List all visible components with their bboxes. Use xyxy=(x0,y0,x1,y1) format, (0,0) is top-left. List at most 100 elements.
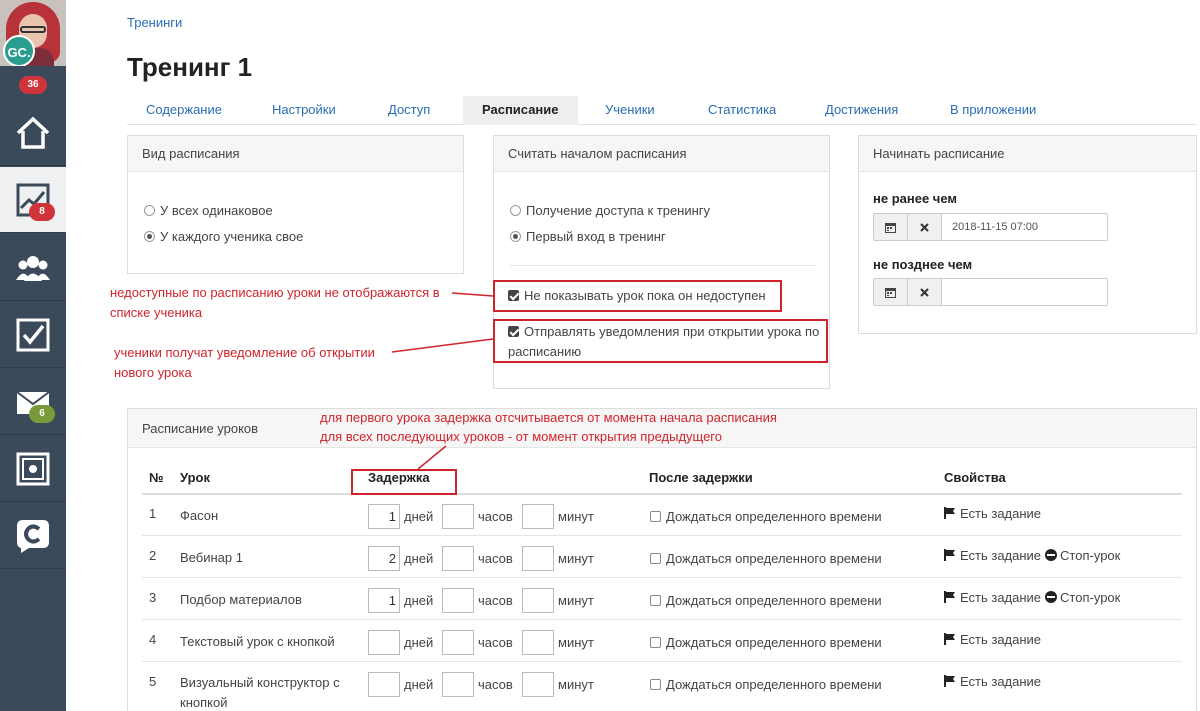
sidebar-item-chat[interactable] xyxy=(0,503,66,569)
minutes-unit: минут xyxy=(558,551,594,566)
flag-icon xyxy=(944,591,955,603)
days-unit: дней xyxy=(404,635,434,650)
not-before-input[interactable]: 2018-11-15 07:00 xyxy=(942,214,1107,240)
panel-title: Вид расписания xyxy=(128,136,463,172)
breadcrumb[interactable]: Тренинги xyxy=(127,15,182,30)
days-unit: дней xyxy=(404,593,434,608)
delay-hours-input[interactable] xyxy=(442,672,474,697)
lesson-properties: Есть задание xyxy=(944,632,1041,647)
lesson-number: 5 xyxy=(149,674,157,689)
hours-unit: часов xyxy=(478,635,513,650)
wait-time-checkbox[interactable]: Дождаться определенного времени xyxy=(650,593,882,608)
has-task-label: Есть задание xyxy=(960,506,1042,521)
calendar-button[interactable] xyxy=(874,214,908,240)
stop-lesson-label: Стоп-урок xyxy=(1060,548,1121,563)
not-after-datetime xyxy=(873,278,1108,306)
delay-hours-input[interactable] xyxy=(442,504,474,529)
tab-settings[interactable]: Настройки xyxy=(253,96,355,125)
col-properties: Свойства xyxy=(944,470,1006,485)
sidebar-item-users[interactable] xyxy=(0,235,66,301)
delay-days-input[interactable]: 1 xyxy=(368,588,400,613)
col-lesson: Урок xyxy=(180,470,210,485)
lesson-name[interactable]: Подбор материалов xyxy=(180,590,350,610)
hours-unit: часов xyxy=(478,551,513,566)
calendar-icon xyxy=(885,222,896,233)
tab-achievements[interactable]: Достижения xyxy=(806,96,917,125)
calendar-button[interactable] xyxy=(874,279,908,305)
clear-button[interactable] xyxy=(908,279,942,305)
wait-time-checkbox[interactable]: Дождаться определенного времени xyxy=(650,635,882,650)
hours-unit: часов xyxy=(478,593,513,608)
radio-icon xyxy=(510,205,521,216)
delay-days-input[interactable] xyxy=(368,672,400,697)
flag-icon xyxy=(944,675,955,687)
calendar-icon xyxy=(885,287,896,298)
lesson-name[interactable]: Текстовый урок с кнопкой xyxy=(180,632,350,652)
radio-icon xyxy=(144,205,155,216)
has-task-label: Есть задание xyxy=(960,674,1042,689)
hours-unit: часов xyxy=(478,509,513,524)
wait-time-checkbox[interactable]: Дождаться определенного времени xyxy=(650,677,882,692)
wait-time-checkbox[interactable]: Дождаться определенного времени xyxy=(650,509,882,524)
tab-statistics[interactable]: Статистика xyxy=(689,96,795,125)
wait-time-checkbox[interactable]: Дождаться определенного времени xyxy=(650,551,882,566)
sidebar-item-home[interactable] xyxy=(0,100,66,166)
delay-minutes-input[interactable] xyxy=(522,588,554,613)
lesson-properties: Есть задание Стоп-урок xyxy=(944,548,1120,563)
delay-hours-input[interactable] xyxy=(442,546,474,571)
sidebar-item-tasks[interactable] xyxy=(0,302,66,368)
sidebar-item-trainings[interactable]: 8 xyxy=(0,167,66,233)
table-row: 4 Текстовый урок с кнопкой дней часов минут Д… xyxy=(142,620,1182,662)
checkbox-icon xyxy=(650,679,661,690)
radio-first-login[interactable]: Первый вход в тренинг xyxy=(510,229,666,244)
delay-hours-input[interactable] xyxy=(442,588,474,613)
delay-hours-input[interactable] xyxy=(442,630,474,655)
panel-title: Считать началом расписания xyxy=(494,136,829,172)
close-icon xyxy=(920,222,929,232)
hours-unit: часов xyxy=(478,677,513,692)
not-before-label: не ранее чем xyxy=(873,191,958,206)
minutes-unit: минут xyxy=(558,635,594,650)
lesson-number: 4 xyxy=(149,632,157,647)
tab-schedule[interactable]: Расписание xyxy=(463,96,578,125)
table-row: 1 Фасон 1 дней часов минут Дождаться определен… xyxy=(142,494,1182,536)
radio-icon xyxy=(510,231,521,242)
delay-minutes-input[interactable] xyxy=(522,504,554,529)
radio-own-for-each[interactable]: У каждого ученика свое xyxy=(144,229,303,244)
sidebar-item-safe[interactable] xyxy=(0,436,66,502)
delay-minutes-input[interactable] xyxy=(522,546,554,571)
chat-icon xyxy=(17,520,49,553)
checkbox-icon xyxy=(650,637,661,648)
lesson-name[interactable]: Вебинар 1 xyxy=(180,548,350,568)
lesson-name[interactable]: Фасон xyxy=(180,506,350,526)
tab-access[interactable]: Доступ xyxy=(369,96,449,125)
panel-title: Начинать расписание xyxy=(859,136,1196,172)
notifications-badge[interactable]: 36 xyxy=(19,76,47,94)
tab-content[interactable]: Содержание xyxy=(127,96,241,125)
annotation-box-delay xyxy=(351,469,457,495)
lesson-name[interactable]: Визуальный конструктор с кнопкой xyxy=(180,673,350,711)
annotation-notifications: ученики получат уведомление об открытии … xyxy=(114,345,375,380)
tab-students[interactable]: Ученики xyxy=(586,96,674,125)
has-task-label: Есть задание xyxy=(960,632,1042,647)
stop-lesson-label: Стоп-урок xyxy=(1060,590,1121,605)
delay-days-input[interactable]: 2 xyxy=(368,546,400,571)
not-after-input[interactable] xyxy=(942,279,1107,305)
delay-minutes-input[interactable] xyxy=(522,672,554,697)
not-before-datetime: 2018-11-15 07:00 xyxy=(873,213,1108,241)
start-window-panel: Начинать расписание не ранее чем 2018-11… xyxy=(858,135,1197,334)
col-after-delay: После задержки xyxy=(649,470,753,485)
sidebar-item-mail[interactable]: 6 xyxy=(0,369,66,435)
delay-days-input[interactable]: 1 xyxy=(368,504,400,529)
clear-button[interactable] xyxy=(908,214,942,240)
tab-in-app[interactable]: В приложении xyxy=(931,96,1055,125)
delay-minutes-input[interactable] xyxy=(522,630,554,655)
radio-access-granted[interactable]: Получение доступа к тренингу xyxy=(510,203,710,218)
sidebar-profile[interactable]: GC. 36 xyxy=(0,0,66,100)
radio-same-for-all[interactable]: У всех одинаковое xyxy=(144,203,273,218)
lesson-number: 2 xyxy=(149,548,157,563)
minutes-unit: минут xyxy=(558,509,594,524)
not-after-label: не позднее чем xyxy=(873,257,973,272)
avatar-initials: GC. xyxy=(3,35,35,67)
delay-days-input[interactable] xyxy=(368,630,400,655)
